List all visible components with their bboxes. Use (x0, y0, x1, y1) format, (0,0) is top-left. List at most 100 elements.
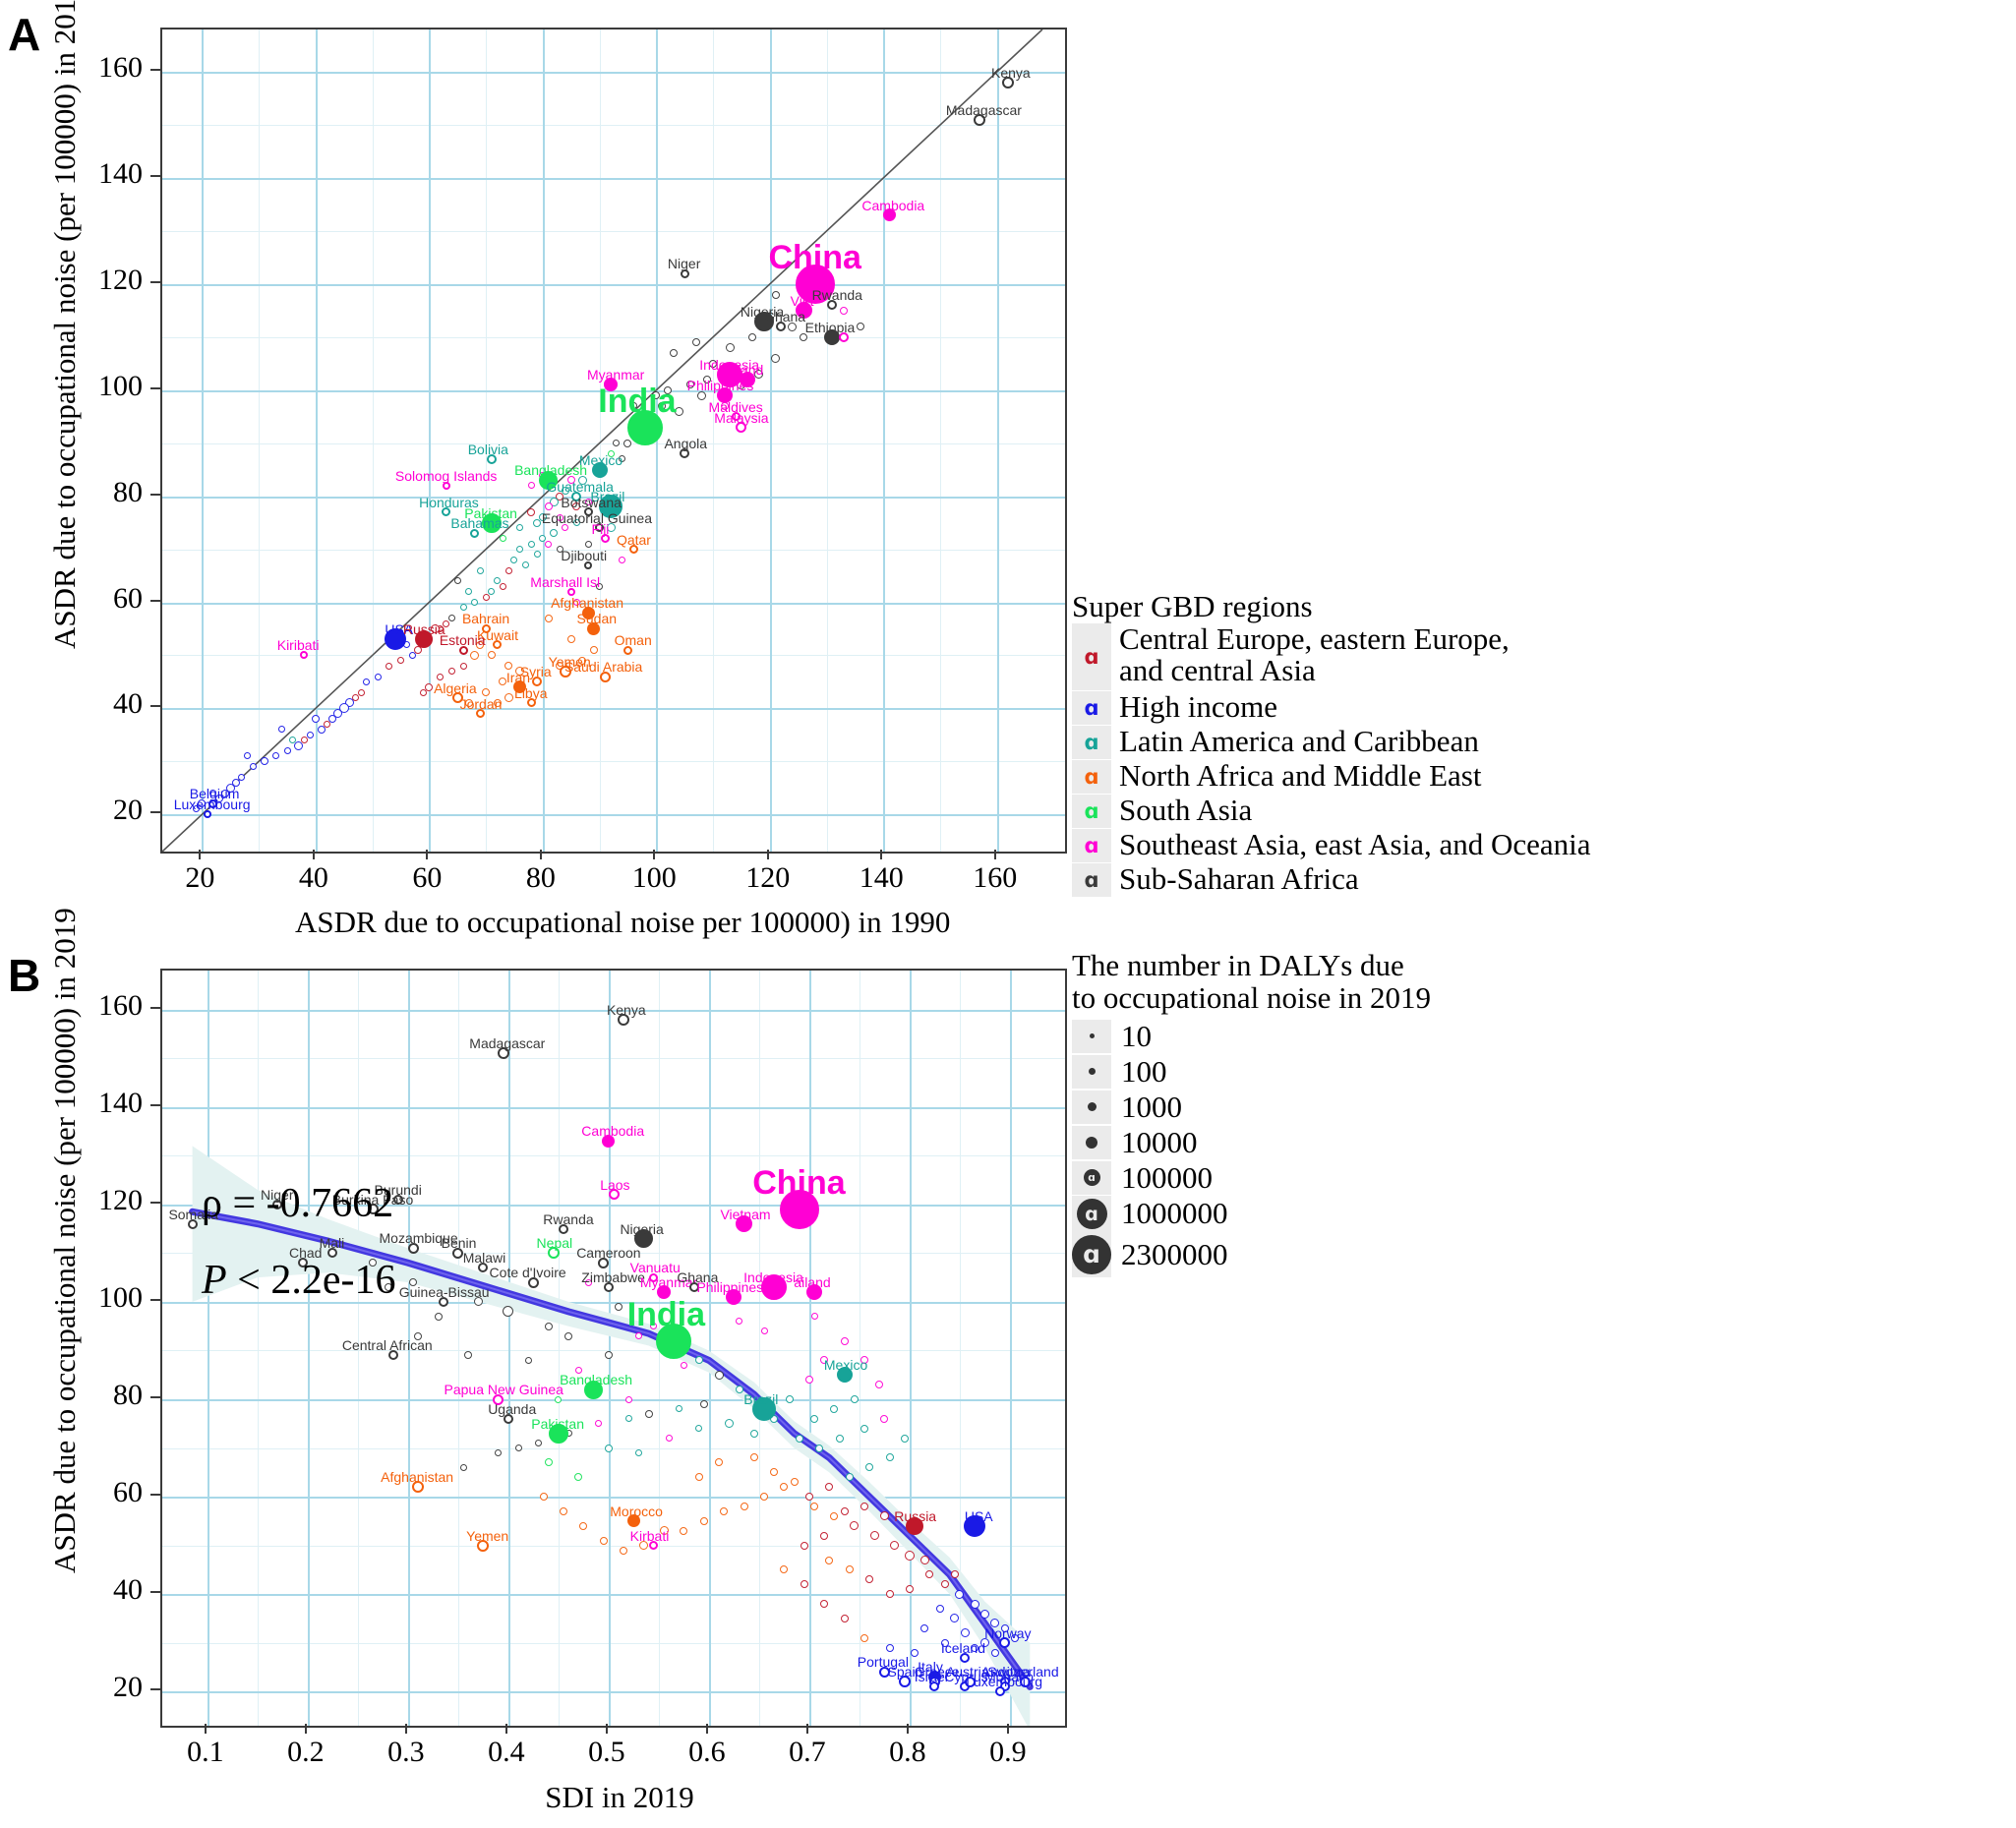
region-marker-icon: ɑ (1084, 695, 1099, 720)
size-legend-item[interactable]: 10000 (1072, 1125, 1760, 1160)
scatter-point (990, 1648, 999, 1657)
region-marker-icon: ɑ (1084, 833, 1099, 857)
y-tick-mark (150, 1688, 160, 1691)
data-point-label: Israel (914, 1669, 948, 1685)
data-point-label: Bahamas (450, 515, 509, 532)
x-tick-mark (312, 850, 315, 859)
data-point-label: Bangladesh (560, 1372, 633, 1388)
region-legend-label-line2: and central Asia (1119, 653, 1316, 688)
region-legend-swatch: ɑ (1072, 795, 1111, 829)
region-legend-label: High income (1119, 689, 1277, 725)
panel-a-y-axis-title: ASDR due to occupational noise (per 1000… (47, 0, 82, 649)
data-point-label: Philippines (696, 1278, 764, 1295)
scatter-point (514, 1445, 522, 1452)
scatter-point (620, 1546, 628, 1555)
scatter-point (374, 673, 382, 680)
data-point-label: Rwanda (811, 287, 862, 304)
data-point-label: Kenya (606, 1001, 646, 1018)
region-legend-label: Central Europe, eastern Europe, and centr… (1119, 621, 1510, 688)
region-legend-item[interactable]: ɑ High income (1072, 689, 1996, 726)
data-point-label: Sudan (576, 611, 618, 627)
y-tick-mark (150, 1591, 160, 1594)
scatter-point (524, 1356, 532, 1364)
scatter-point (437, 673, 445, 680)
scatter-point (840, 1506, 849, 1515)
size-legend-swatch (1072, 1090, 1111, 1124)
scatter-point (885, 1590, 894, 1599)
data-point-label: Luxembourg (966, 1674, 1043, 1690)
y-tick-mark (150, 386, 160, 389)
scatter-point (904, 1550, 915, 1561)
scatter-point (539, 1493, 548, 1502)
y-tick-label: 60 (113, 581, 143, 615)
region-legend-item[interactable]: ɑ Central Europe, eastern Europe, and cent… (1072, 621, 1996, 691)
size-legend-item[interactable]: ɑ 2300000 (1072, 1231, 1760, 1277)
scatter-point (911, 1648, 919, 1657)
region-legend-item[interactable]: ɑ South Asia (1072, 795, 1996, 829)
x-tick-label: 0.9 (989, 1736, 1027, 1768)
y-tick-label: 160 (98, 51, 143, 85)
scatter-point (860, 1503, 868, 1511)
scatter-point (619, 556, 626, 563)
data-point-label: Algeria (434, 679, 477, 696)
region-marker-icon: ɑ (1084, 764, 1099, 789)
scatter-point (306, 731, 314, 738)
scatter-point (869, 1531, 879, 1541)
x-tick-mark (404, 1724, 407, 1734)
size-marker-icon: ɑ (1076, 1198, 1107, 1229)
size-legend-item[interactable]: 10 (1072, 1019, 1760, 1054)
data-point-label: Libya (514, 684, 548, 701)
data-point-label: Pakistan (531, 1415, 584, 1432)
panel-b-plot-area: Kenya Madagascar Cambodia China Laos Burundi B… (160, 969, 1067, 1728)
x-tick-mark (605, 1724, 608, 1734)
data-point-label: India (626, 1295, 706, 1333)
scatter-point (476, 566, 484, 574)
x-tick-label: 100 (631, 861, 677, 894)
size-legend-item[interactable]: ɑ 100000 (1072, 1160, 1760, 1196)
scatter-point (760, 1327, 768, 1335)
scatter-point (533, 518, 542, 527)
scatter-point (940, 1580, 949, 1589)
size-legend-item[interactable]: ɑ 1000000 (1072, 1195, 1760, 1232)
data-point-label: Luxembourg (173, 796, 251, 813)
region-legend-item[interactable]: ɑ Southeast Asia, east Asia, and Oceania (1072, 829, 1996, 863)
y-tick-mark (150, 175, 160, 178)
size-legend-item[interactable]: 1000 (1072, 1090, 1760, 1125)
y-tick-mark (150, 1494, 160, 1497)
data-point-label: Nepal (536, 1235, 573, 1252)
x-tick-mark (199, 850, 202, 859)
scatter-point (691, 338, 700, 347)
scatter-point (545, 540, 553, 548)
data-point-label: Laos (600, 1176, 630, 1193)
scatter-point (850, 1395, 859, 1404)
size-marker-icon: ɑ (1072, 1234, 1111, 1274)
scatter-point (840, 1614, 849, 1622)
size-legend-label: 1000 (1121, 1089, 1182, 1124)
scatter-point (699, 1399, 708, 1408)
scatter-point (470, 650, 480, 660)
scatter-point (800, 1541, 808, 1550)
data-point-label: Solomog Islands (394, 467, 498, 484)
y-tick-mark (150, 705, 160, 708)
scatter-point (644, 1409, 653, 1418)
region-legend-item[interactable]: ɑ North Africa and Middle East (1072, 760, 1996, 795)
data-point-label: Kirbati (629, 1527, 670, 1544)
data-point-label: Morocco (610, 1503, 663, 1519)
data-point-label: China (768, 238, 861, 276)
scatter-point (544, 614, 553, 622)
scatter-point (935, 1605, 944, 1614)
region-legend-title: Super GBD regions (1072, 589, 1313, 623)
scatter-point (357, 688, 365, 696)
x-tick-mark (880, 850, 883, 859)
region-legend-item[interactable]: ɑ Latin America and Caribbean (1072, 726, 1996, 760)
scatter-point (804, 1493, 813, 1502)
data-point-label: Mali (319, 1235, 345, 1252)
size-legend-swatch (1072, 1054, 1111, 1089)
scatter-point (420, 688, 428, 696)
size-legend-item[interactable]: 100 (1072, 1054, 1760, 1090)
data-point-label: Niger (667, 256, 701, 272)
size-legend-label: 2300000 (1121, 1236, 1228, 1271)
scatter-point (840, 1336, 849, 1345)
scatter-point (960, 1628, 970, 1638)
region-legend-item[interactable]: ɑ Sub-Saharan Africa (1072, 863, 1996, 898)
